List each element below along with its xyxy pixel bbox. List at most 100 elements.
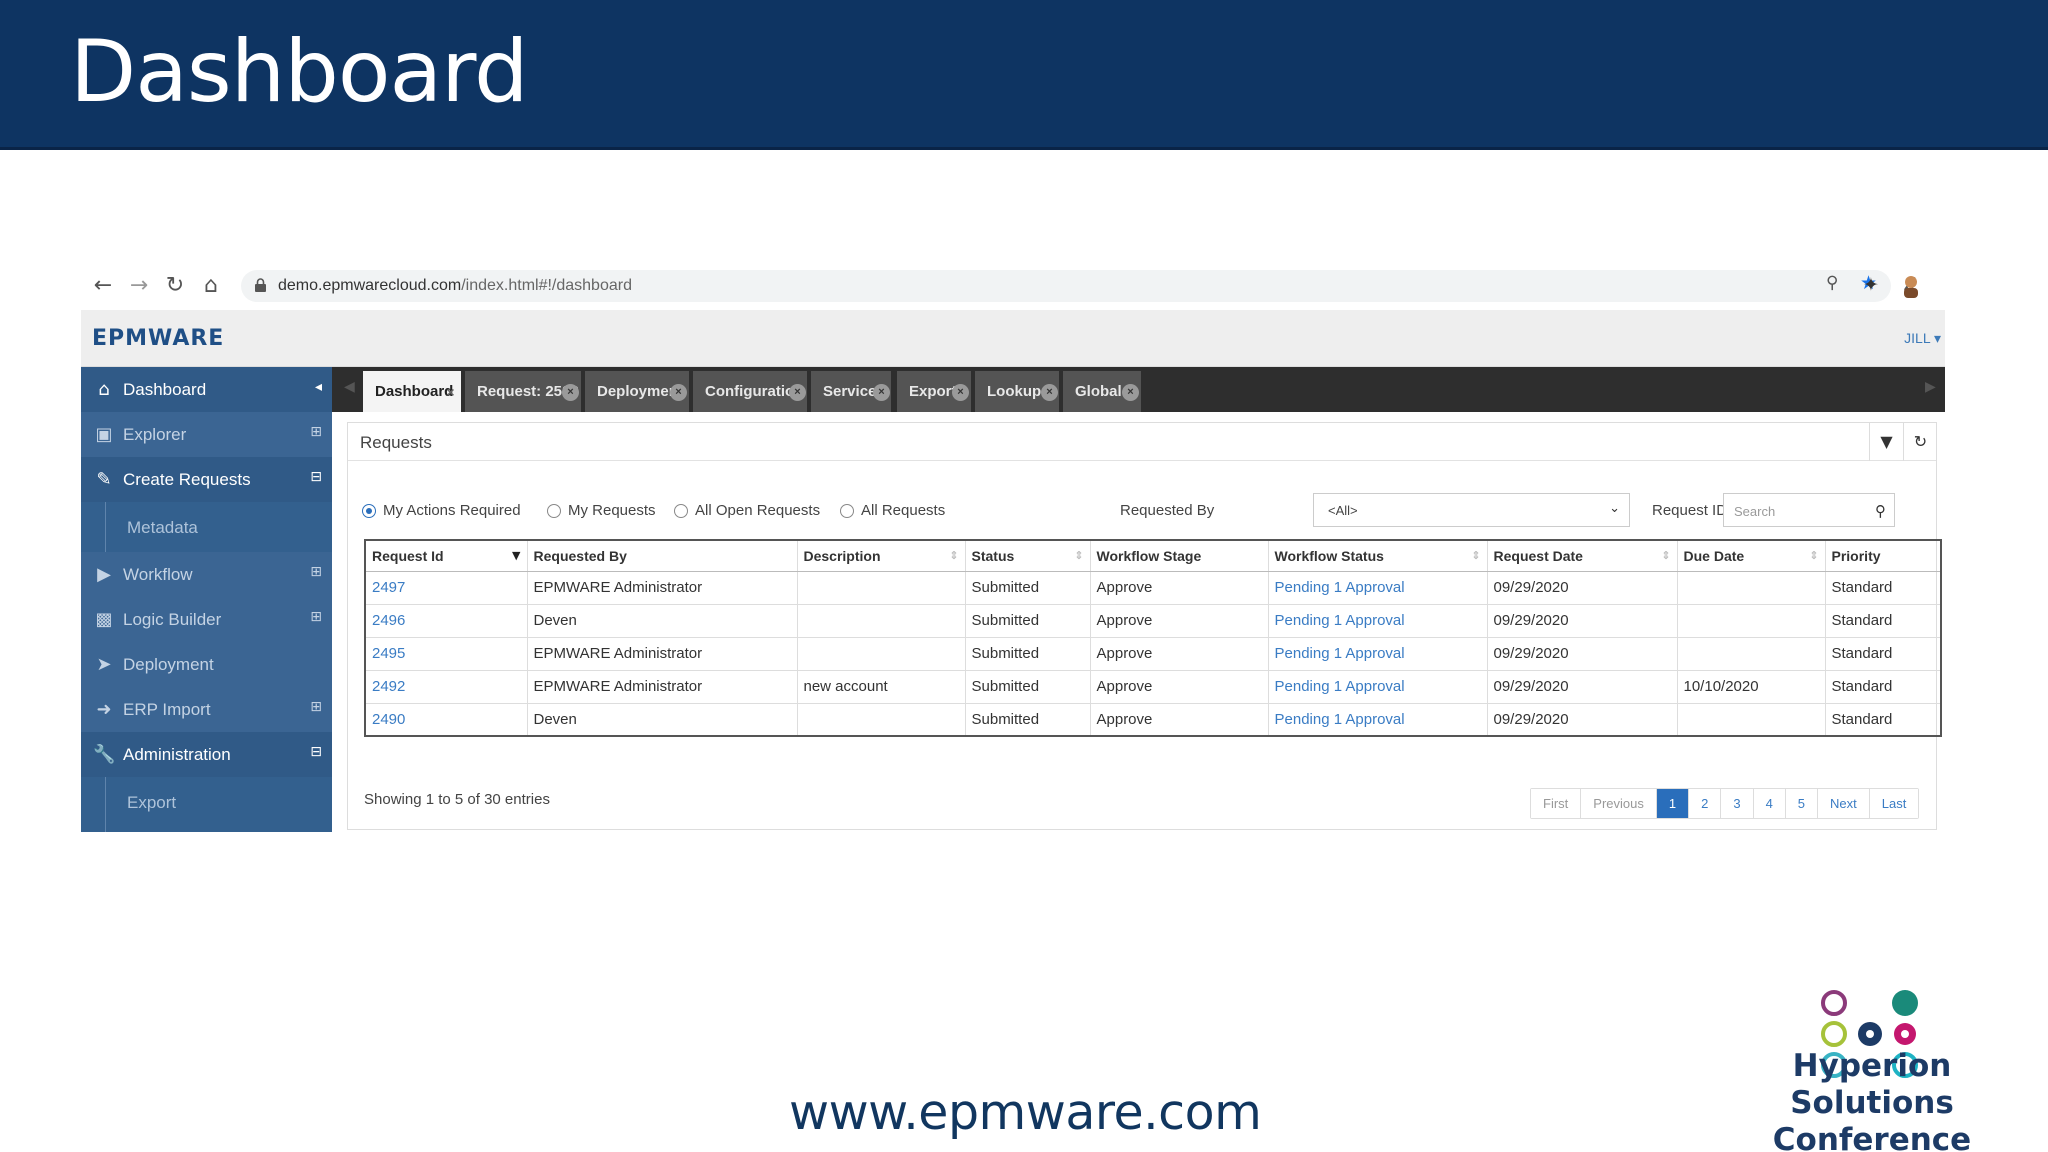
lock-icon xyxy=(255,278,266,292)
expand-icon[interactable]: ⊞ xyxy=(310,424,322,440)
tab-request-2503[interactable]: Request: 2503 × xyxy=(465,371,581,412)
column-header-workflow-stage[interactable]: Workflow Stage xyxy=(1090,540,1269,572)
page-4-button[interactable]: 4 xyxy=(1753,789,1786,818)
forward-icon[interactable]: → xyxy=(127,274,151,298)
column-header-request-id[interactable]: Request Id ▼ xyxy=(365,540,528,572)
request-id-search-input[interactable]: Search ⚲ xyxy=(1723,493,1895,527)
sidebar: ⌂ Dashboard ◂ ▣ Explorer ⊞ ✎ Create Requ… xyxy=(81,367,332,832)
description-cell xyxy=(797,637,966,671)
column-header-requested-by[interactable]: Requested By xyxy=(527,540,798,572)
sidebar-item-deployment[interactable]: ➤ Deployment xyxy=(81,642,332,687)
tab-deployment[interactable]: Deployment × xyxy=(585,371,689,412)
tab-configuration[interactable]: Configuration × xyxy=(693,371,807,412)
page-3-button[interactable]: 3 xyxy=(1721,789,1754,818)
table-row[interactable]: 2496 Deven Submitted Approve Pending 1 A… xyxy=(365,604,1942,638)
page-previous-button[interactable]: Previous xyxy=(1581,789,1657,818)
close-icon[interactable]: × xyxy=(1122,384,1139,401)
column-header-due-date[interactable]: Due Date ⇕ xyxy=(1677,540,1826,572)
table-row[interactable]: 2495 EPMWARE Administrator Submitted App… xyxy=(365,637,1942,671)
home-icon[interactable]: ⌂ xyxy=(199,274,223,298)
priority-cell: Standard xyxy=(1825,703,1942,737)
priority-cell: Standard xyxy=(1825,670,1942,704)
page-1-button[interactable]: 1 xyxy=(1656,789,1690,818)
description-cell xyxy=(797,604,966,638)
close-icon[interactable]: × xyxy=(562,384,579,401)
tab-lookups[interactable]: Lookups × xyxy=(975,371,1059,412)
refresh-icon[interactable]: ↻ xyxy=(1903,423,1937,461)
close-icon[interactable]: × xyxy=(442,384,459,401)
filter-icon[interactable]: ▼ xyxy=(1869,423,1903,461)
sidebar-subitem-metadata[interactable]: Metadata xyxy=(81,502,332,552)
workflow-status-link[interactable]: Pending 1 Approval xyxy=(1268,703,1488,737)
radio-dot[interactable] xyxy=(840,504,854,518)
sidebar-subitem-export[interactable]: Export xyxy=(81,777,332,832)
workflow-status-link[interactable]: Pending 1 Approval xyxy=(1268,670,1488,704)
address-bar[interactable]: demo.epmwarecloud.com/index.html#!/dashb… xyxy=(241,270,1891,302)
expand-icon[interactable]: ⊞ xyxy=(310,609,322,625)
request-id-link[interactable]: 2490 xyxy=(365,703,528,737)
column-header-description[interactable]: Description ⇕ xyxy=(797,540,966,572)
request-id-link[interactable]: 2492 xyxy=(365,670,528,704)
sidebar-item-erp-import[interactable]: ➜ ERP Import ⊞ xyxy=(81,687,332,732)
sidebar-item-dashboard[interactable]: ⌂ Dashboard ◂ xyxy=(81,367,332,412)
request-id-link[interactable]: 2495 xyxy=(365,637,528,671)
collapse-icon[interactable]: ⊟ xyxy=(310,744,322,760)
back-icon[interactable]: ← xyxy=(91,274,115,298)
page-next-button[interactable]: Next xyxy=(1818,789,1870,818)
column-header-workflow-status[interactable]: Workflow Status ⇕ xyxy=(1268,540,1488,572)
expand-icon[interactable]: ⊞ xyxy=(310,564,322,580)
column-header-status[interactable]: Status ⇕ xyxy=(965,540,1091,572)
search-icon[interactable]: ⚲ xyxy=(1875,502,1886,520)
user-menu[interactable]: JILL ▾ xyxy=(1904,330,1941,347)
radio-dot[interactable] xyxy=(674,504,688,518)
scroll-left-icon[interactable]: ◀ xyxy=(344,379,355,395)
tab-export[interactable]: Export × xyxy=(897,371,971,412)
table-row[interactable]: 2497 EPMWARE Administrator Submitted App… xyxy=(365,571,1942,605)
tab-dashboard[interactable]: Dashboard × xyxy=(363,371,461,412)
tree-line xyxy=(105,502,106,552)
sidebar-item-logic-builder[interactable]: ▩ Logic Builder ⊞ xyxy=(81,597,332,642)
page-5-button[interactable]: 5 xyxy=(1785,789,1819,818)
close-icon[interactable]: × xyxy=(952,384,969,401)
priority-cell: Standard xyxy=(1825,637,1942,671)
radio-dot[interactable] xyxy=(547,504,561,518)
sidebar-item-workflow[interactable]: ▶ Workflow ⊞ xyxy=(81,552,332,597)
sidebar-item-administration[interactable]: 🔧 Administration ⊟ xyxy=(81,732,332,777)
page-2-button[interactable]: 2 xyxy=(1689,789,1722,818)
workflow-status-link[interactable]: Pending 1 Approval xyxy=(1268,604,1488,638)
request-id-link[interactable]: 2497 xyxy=(365,571,528,605)
collapse-icon[interactable]: ⊟ xyxy=(310,469,322,485)
expand-icon[interactable]: ⊞ xyxy=(310,699,322,715)
reload-icon[interactable]: ↻ xyxy=(163,274,187,298)
requested-by-select[interactable]: <All> ⌄ xyxy=(1313,493,1630,527)
sidebar-item-create-requests[interactable]: ✎ Create Requests ⊟ xyxy=(81,457,332,502)
column-header-priority[interactable]: Priority xyxy=(1825,540,1942,572)
request-id-link[interactable]: 2496 xyxy=(365,604,528,638)
close-icon[interactable]: × xyxy=(873,384,890,401)
tab-global[interactable]: Global × xyxy=(1063,371,1141,412)
page-first-button[interactable]: First xyxy=(1531,789,1582,818)
table-row[interactable]: 2492 EPMWARE Administrator new account S… xyxy=(365,670,1942,704)
column-header-request-date[interactable]: Request Date ⇕ xyxy=(1487,540,1678,572)
close-icon[interactable]: × xyxy=(670,384,687,401)
table-row[interactable]: 2490 Deven Submitted Approve Pending 1 A… xyxy=(365,703,1942,737)
url-text: demo.epmwarecloud.com/index.html#!/dashb… xyxy=(278,277,632,295)
status-cell: Submitted xyxy=(965,637,1091,671)
close-icon[interactable]: × xyxy=(1041,384,1058,401)
scroll-right-icon[interactable]: ▶ xyxy=(1925,379,1936,395)
close-icon[interactable]: × xyxy=(789,384,806,401)
page-last-button[interactable]: Last xyxy=(1869,789,1919,818)
workflow-status-link[interactable]: Pending 1 Approval xyxy=(1268,637,1488,671)
browser-toolbar: ← → ↻ ⌂ demo.epmwarecloud.com/index.html… xyxy=(81,262,1945,310)
showing-entries-text: Showing 1 to 5 of 30 entries xyxy=(364,791,550,808)
tab-services[interactable]: Services × xyxy=(811,371,891,412)
status-cell: Submitted xyxy=(965,703,1091,737)
puzzle-icon[interactable]: ✦ xyxy=(1863,273,1879,297)
profile-avatar[interactable] xyxy=(1901,274,1921,298)
workflow-status-link[interactable]: Pending 1 Approval xyxy=(1268,571,1488,605)
collapse-icon[interactable]: ◂ xyxy=(315,379,322,395)
footer-url: www.epmware.com xyxy=(789,1084,1262,1141)
sidebar-item-explorer[interactable]: ▣ Explorer ⊞ xyxy=(81,412,332,457)
key-icon[interactable]: ⚲ xyxy=(1826,271,1838,295)
radio-dot[interactable] xyxy=(362,504,376,518)
